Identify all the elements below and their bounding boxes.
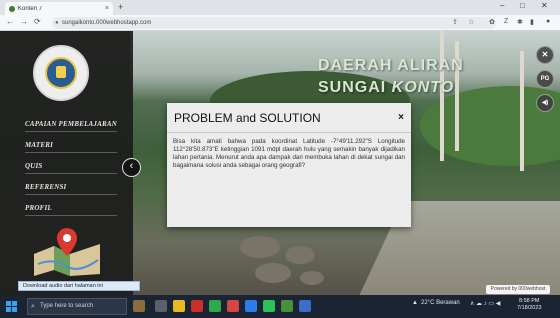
minimize-button[interactable]: – [500,1,504,10]
url-field[interactable]: ● sungaikonto.000webhostapp.com [52,17,496,29]
page-title-line2: SUNGAI KONTO [318,79,478,97]
maximize-button[interactable]: □ [520,1,525,10]
logo-emblem [45,57,77,89]
address-bar-row: ← → ⟳ ● sungaikonto.000webhostapp.com ⇪ … [0,15,560,31]
browser-tab[interactable]: Konten 7 × [5,2,113,15]
extension-icon[interactable]: ✿ [489,18,495,26]
window-close-button[interactable]: ✕ [541,1,548,10]
app-icon-green[interactable] [281,300,293,312]
modal-title: PROBLEM and SOLUTION [174,111,321,125]
taskbar-app-icon[interactable] [133,300,145,312]
page-title-sungai: SUNGAI [318,79,392,96]
modal-divider [167,132,411,133]
sidebar-panel-icon[interactable]: ▮ [530,18,534,26]
lock-icon: ● [55,20,59,26]
river-rock [240,236,280,258]
modal-body-text: Bisa kita amati bahwa pada koordinat Lat… [173,138,405,169]
sidebar: CAPAIAN PEMBELAJARAN MATERI QUIS REFEREN… [0,31,133,295]
weather-text[interactable]: 22°C Berawan [421,300,460,306]
river-rock [300,271,324,285]
windows-start-icon[interactable] [6,301,17,312]
forward-icon[interactable]: → [20,17,28,26]
menu-item-profil[interactable]: PROFIL [25,204,117,216]
taskbar-clock[interactable]: 8:58 PM 7/18/2023 [517,298,541,312]
windows-taskbar: ⌕ Type here to search ▲ 22°C Berawan ∧ ☁… [0,295,560,318]
system-tray-icons[interactable]: ∧ ☁ ♪ ▭ ◀ [470,300,500,307]
web-page: CAPAIAN PEMBELAJARAN MATERI QUIS REFEREN… [0,31,560,295]
file-explorer-icon[interactable] [173,300,185,312]
modal-close-button[interactable]: × [398,112,404,123]
clock-date: 7/18/2023 [517,305,542,311]
tab-close-icon[interactable]: × [105,5,109,12]
tree-trunk [520,51,524,171]
reload-icon[interactable]: ⟳ [34,17,41,26]
menu-item-quis[interactable]: QUIS [25,162,117,174]
new-tab-button[interactable]: + [118,2,123,12]
problem-solution-modal: PROBLEM and SOLUTION × Bisa kita amati b… [167,103,411,227]
spotify-icon[interactable] [263,300,275,312]
river-rock [285,246,315,264]
sidebar-collapse-button[interactable]: ‹ [122,158,141,177]
task-view-icon[interactable] [155,300,167,312]
page-title-line1: DAERAH ALIRAN [318,57,464,74]
profile-icon[interactable]: ● [546,18,550,25]
url-text: sungaikonto.000webhostapp.com [62,20,152,26]
menu-item-materi[interactable]: MATERI [25,141,117,153]
clock-time: 8:58 PM [518,298,540,304]
menu-item-capaian-pembelajaran[interactable]: CAPAIAN PEMBELAJARAN [25,120,117,132]
map-pin-illustration [34,228,100,276]
pg-button[interactable]: PG [536,70,554,88]
share-icon[interactable]: ⇪ [452,18,458,26]
page-title-konto: KONTO [391,79,455,96]
chrome-browser-icon[interactable] [299,300,311,312]
whatsapp-icon[interactable] [209,300,221,312]
download-audio-bar[interactable]: Download audio dari halaman ini [18,281,140,291]
taskbar-search-field[interactable]: ⌕ Type here to search [27,298,127,315]
search-placeholder: Type here to search [40,303,94,309]
tab-title: Konten 7 [18,5,43,12]
powered-by-badge[interactable]: Powered by 000webhost [486,285,550,294]
browser-tab-bar: Konten 7 × + – □ ✕ [0,0,560,15]
search-icon: ⌕ [31,303,35,310]
extensions-puzzle-icon[interactable]: ✱ [517,18,523,26]
edge-browser-icon[interactable] [245,300,257,312]
pdf-app-icon[interactable] [191,300,203,312]
bookmark-star-icon[interactable]: ☆ [468,18,474,26]
university-logo [33,45,89,101]
river-rock [255,263,291,283]
translate-icon[interactable]: Z [504,18,508,25]
site-favicon-icon [9,5,15,12]
weather-icon[interactable]: ▲ [412,300,418,306]
back-icon[interactable]: ← [6,17,14,26]
close-circle-button[interactable]: ✕ [536,46,554,64]
sound-button[interactable]: ◀) [536,94,554,112]
menu-item-referensi[interactable]: REFERENSI [25,183,117,195]
app-icon-red[interactable] [227,300,239,312]
